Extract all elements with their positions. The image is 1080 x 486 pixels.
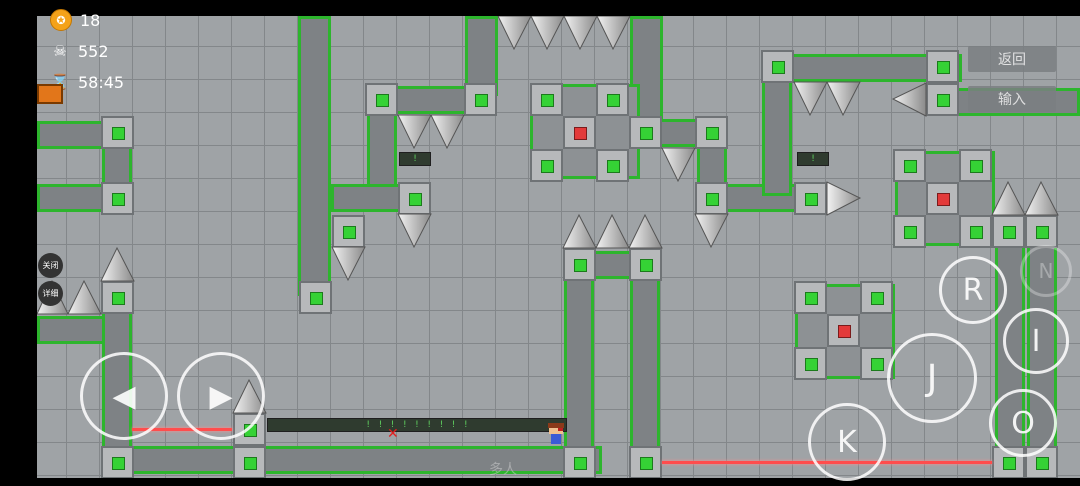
back-button[interactable]: 返回 [968, 46, 1056, 72]
spike [628, 213, 663, 249]
arrow-right-icon: ▶ [209, 378, 233, 414]
coin-counter: ✪ 18 [50, 9, 100, 31]
n-button[interactable]: N [1020, 245, 1072, 297]
move-right-button[interactable]: ▶ [177, 352, 265, 440]
spike [826, 81, 861, 117]
spike [1024, 180, 1059, 216]
spike [661, 147, 696, 183]
death-count: 552 [78, 41, 109, 61]
player-character [548, 423, 564, 444]
death-marker: ✕ [387, 426, 399, 442]
multiplayer-label[interactable]: 多人 [489, 459, 517, 478]
treasure-chest-icon[interactable] [37, 84, 63, 104]
spike [826, 181, 862, 216]
coin-icon: ✪ [50, 9, 72, 31]
spike [891, 82, 927, 117]
j-button[interactable]: J [887, 333, 977, 423]
spike [331, 246, 366, 282]
spike [100, 246, 135, 282]
arrow-left-icon: ◀ [112, 378, 136, 414]
spike [397, 114, 432, 150]
spike [430, 114, 465, 150]
r-button[interactable]: R [939, 256, 1007, 324]
spike [793, 81, 828, 117]
move-left-button[interactable]: ◀ [80, 352, 168, 440]
spike [397, 213, 432, 249]
detail-button[interactable]: 详细 [38, 281, 63, 306]
skull-icon: ☠ [53, 42, 67, 60]
spike [694, 213, 729, 249]
coin-count: 18 [80, 10, 101, 30]
spike [497, 16, 532, 51]
input-button[interactable]: 输入 [968, 86, 1056, 112]
spike [67, 279, 102, 315]
spike [563, 16, 598, 51]
spike [595, 213, 630, 249]
o-button[interactable]: O [989, 389, 1057, 457]
spike [596, 16, 631, 51]
k-button[interactable]: K [808, 403, 886, 481]
spike [562, 213, 597, 249]
death-counter: ☠ 552 [50, 40, 109, 62]
spike [530, 16, 565, 51]
spike [991, 180, 1026, 216]
timer-value: 58:45 [78, 72, 125, 92]
i-button[interactable]: I [1003, 308, 1069, 374]
close-button[interactable]: 关闭 [38, 253, 63, 278]
